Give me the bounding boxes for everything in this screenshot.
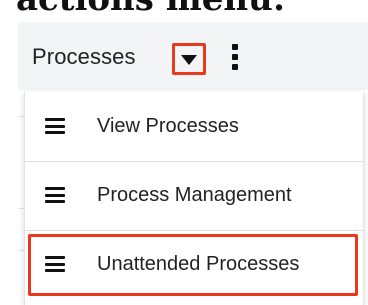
module-tab-label: Processes — [32, 44, 136, 69]
screenshot-stage: actions menu: Processes View Processes P… — [0, 0, 368, 305]
menu-item-process-management[interactable]: Process Management — [25, 163, 363, 229]
menu-divider — [25, 230, 363, 231]
module-toolbar: Processes — [18, 22, 368, 90]
menu-item-unattended-processes[interactable]: Unattended Processes — [25, 232, 363, 298]
document-heading-fragment: actions menu: — [16, 0, 285, 19]
hamburger-icon — [45, 187, 65, 203]
menu-item-view-processes[interactable]: View Processes — [25, 94, 363, 160]
hamburger-icon — [45, 118, 65, 134]
module-actions-dropdown: View Processes Process Management Unatte… — [24, 92, 364, 305]
menu-item-label: Process Management — [97, 184, 292, 206]
more-actions-button[interactable] — [226, 40, 244, 74]
module-tab-processes[interactable]: Processes — [32, 38, 136, 76]
hamburger-icon — [45, 256, 65, 272]
vertical-ellipsis-icon — [232, 44, 238, 50]
menu-item-label: Unattended Processes — [97, 253, 300, 275]
module-actions-caret-button[interactable] — [172, 43, 206, 75]
menu-divider — [25, 161, 363, 162]
caret-down-icon — [181, 55, 197, 65]
menu-item-label: View Processes — [97, 115, 239, 137]
